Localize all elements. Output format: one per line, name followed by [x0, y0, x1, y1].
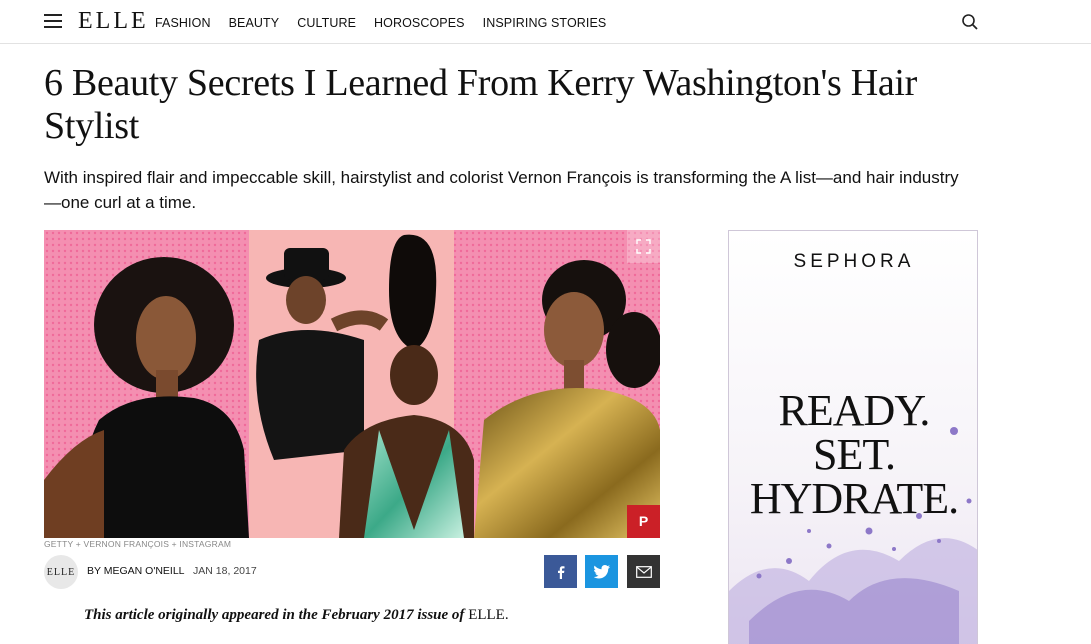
main-nav: FASHION BEAUTY CULTURE HOROSCOPES INSPIR…	[155, 16, 624, 30]
facebook-share-button[interactable]	[544, 555, 577, 588]
nav-culture[interactable]: CULTURE	[297, 16, 356, 30]
ad-line-set: SET.	[813, 430, 896, 479]
author-avatar[interactable]: ELLE	[44, 555, 78, 589]
nav-fashion[interactable]: FASHION	[155, 16, 211, 30]
email-share-button[interactable]	[627, 555, 660, 588]
facebook-icon	[557, 565, 564, 579]
twitter-share-button[interactable]	[585, 555, 618, 588]
article-title: 6 Beauty Secrets I Learned From Kerry Wa…	[44, 62, 918, 147]
hero-image[interactable]: P	[44, 230, 660, 538]
ad-brand: SEPHORA	[793, 251, 915, 272]
search-icon[interactable]	[961, 13, 979, 31]
publish-date: JAN 18, 2017	[193, 565, 257, 577]
article-intro: This article originally appeared in the …	[84, 607, 509, 624]
nav-horoscopes[interactable]: HOROSCOPES	[374, 16, 465, 30]
intro-text: This article originally appeared in the …	[84, 607, 469, 623]
sephora-ad[interactable]: SEPHORA READY. SET. HYDRATE.	[728, 230, 978, 644]
image-credit: GETTY + VERNON FRANÇOIS + INSTAGRAM	[44, 539, 232, 549]
pinterest-icon[interactable]: P	[627, 505, 660, 538]
email-icon	[635, 565, 652, 578]
nav-beauty[interactable]: BEAUTY	[229, 16, 280, 30]
nav-inspiring-stories[interactable]: INSPIRING STORIES	[483, 16, 607, 30]
hamburger-icon[interactable]	[44, 13, 62, 29]
author-name[interactable]: BY MEGAN O'NEILL	[87, 565, 184, 577]
twitter-icon	[593, 564, 610, 578]
intro-publication: ELLE.	[468, 607, 509, 623]
elle-logo[interactable]: ELLE	[78, 8, 149, 35]
ad-line-ready: READY.	[778, 386, 931, 435]
byline: BY MEGAN O'NEILL JAN 18, 2017	[87, 565, 257, 577]
hero-illustration	[44, 230, 660, 538]
expand-icon[interactable]	[627, 230, 660, 263]
article-dek: With inspired flair and impeccable skill…	[44, 168, 959, 212]
site-header: ELLE FASHION BEAUTY CULTURE HOROSCOPES I…	[0, 0, 1091, 44]
svg-text:P: P	[639, 513, 648, 529]
ad-line-hydrate: HYDRATE.	[749, 474, 959, 523]
